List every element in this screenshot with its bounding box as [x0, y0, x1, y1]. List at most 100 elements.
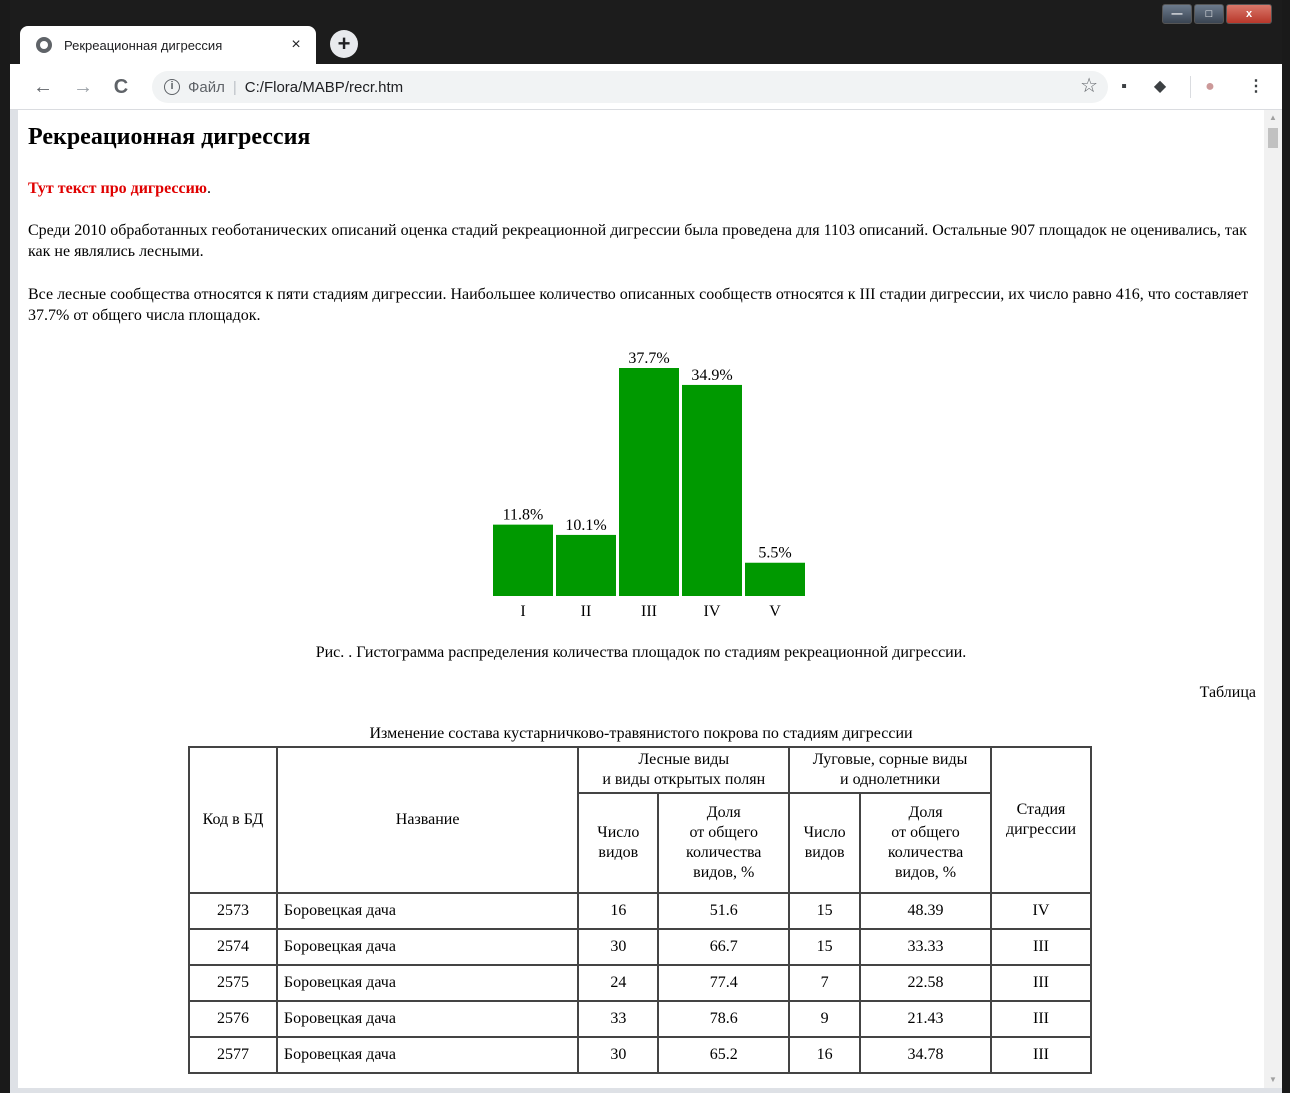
menu-icon[interactable]: ⋮: [1246, 77, 1266, 97]
back-button[interactable]: ←: [30, 74, 56, 100]
window-controls: — □ x: [1162, 4, 1272, 24]
cell-stage: III: [989, 928, 1093, 966]
col-header-forest-share: Доля от общего количества видов, %: [657, 792, 791, 894]
bar-II: [556, 534, 616, 596]
col-header-code: Код в БД: [188, 746, 278, 894]
group-header-forest: Лесные виды и виды открытых полян: [577, 746, 791, 794]
url-separator: |: [232, 78, 237, 96]
tab-close-icon[interactable]: ×: [286, 36, 306, 54]
cell-name: Боровецкая дача: [275, 964, 580, 1002]
tab-active[interactable]: Рекреационная дигрессия ×: [20, 26, 316, 64]
x-tick-label: IV: [704, 603, 721, 620]
url-text: C:/Flora/MABP/recr.htm: [244, 78, 404, 96]
cell-meadow-count: 7: [788, 964, 862, 1002]
cell-stage: III: [989, 1000, 1093, 1038]
bar-I: [493, 524, 553, 596]
minimize-button[interactable]: —: [1162, 4, 1192, 24]
col-header-forest-count: Число видов: [577, 792, 660, 894]
cube-extension-icon[interactable]: ◆: [1150, 77, 1170, 97]
col-header-meadow-share: Доля от общего количества видов, %: [859, 792, 992, 894]
cell-meadow-share: 48.39: [859, 892, 992, 930]
cell-meadow-count: 16: [788, 1036, 862, 1074]
cell-meadow-count: 15: [788, 892, 862, 930]
cell-meadow-count: 15: [788, 928, 862, 966]
address-bar[interactable]: i Файл | C:/Flora/MABP/recr.htm ☆: [152, 71, 1108, 103]
table-row: 2575 Боровецкая дача 24 77.4 7 22.58 III: [188, 964, 1093, 1002]
x-tick-label: III: [641, 603, 657, 620]
bookmark-star-icon[interactable]: ☆: [1080, 73, 1098, 98]
page-title: Рекреационная дигрессия: [28, 124, 311, 150]
maximize-button[interactable]: □: [1194, 4, 1224, 24]
page-content: Рекреационная дигрессия Тут текст про ди…: [18, 110, 1264, 1088]
x-tick-label: I: [520, 603, 525, 620]
composition-table: Код в БД Название Лесные виды и виды отк…: [188, 746, 1093, 1074]
cell-meadow-share: 22.58: [859, 964, 992, 1002]
cell-name: Боровецкая дача: [275, 892, 580, 930]
stage-histogram: 11.8% I 10.1% II 37.7% III 34.9% IV 5.5% V: [493, 350, 805, 620]
bar-value-label: 11.8%: [503, 507, 544, 524]
col-header-stage: Стадия дигрессии: [989, 746, 1093, 894]
toolbar: ← → C i Файл | C:/Flora/MABP/recr.htm ☆ …: [10, 64, 1282, 110]
cell-name: Боровецкая дача: [275, 928, 580, 966]
bar-IV: [682, 384, 742, 596]
cell-code: 2576: [188, 1000, 278, 1038]
cell-forest-share: 65.2: [657, 1036, 791, 1074]
x-tick-label: V: [769, 603, 781, 620]
cell-forest-count: 16: [577, 892, 660, 930]
cell-forest-share: 77.4: [657, 964, 791, 1002]
forward-button[interactable]: →: [70, 74, 96, 100]
cell-name: Боровецкая дача: [275, 1036, 580, 1074]
cell-forest-share: 78.6: [657, 1000, 791, 1038]
cell-code: 2577: [188, 1036, 278, 1074]
globe-icon: [36, 37, 52, 53]
table-row: 2573 Боровецкая дача 16 51.6 15 48.39 IV: [188, 892, 1093, 930]
cell-forest-share: 51.6: [657, 892, 791, 930]
tab-title: Рекреационная дигрессия: [64, 37, 223, 53]
group-header-meadow: Луговые, сорные виды и однолетники: [788, 746, 992, 794]
info-icon[interactable]: i: [164, 79, 180, 95]
tab-strip: Рекреационная дигрессия × + — □ x: [10, 0, 1282, 64]
scroll-up-arrow-icon[interactable]: ▲: [1264, 110, 1282, 126]
cell-code: 2574: [188, 928, 278, 966]
intro-line: Тут текст про дигрессию.: [28, 178, 1253, 199]
table-row: 2574 Боровецкая дача 30 66.7 15 33.33 II…: [188, 928, 1093, 966]
scroll-down-arrow-icon[interactable]: ▼: [1264, 1072, 1282, 1088]
new-tab-button[interactable]: +: [330, 30, 358, 58]
cell-forest-count: 30: [577, 928, 660, 966]
cell-meadow-share: 21.43: [859, 1000, 992, 1038]
x-tick-label: II: [581, 603, 592, 620]
cell-forest-count: 33: [577, 1000, 660, 1038]
extension-icon[interactable]: ▪: [1114, 77, 1134, 97]
bar-value-label: 10.1%: [565, 517, 606, 534]
cell-name: Боровецкая дача: [275, 1000, 580, 1038]
scroll-thumb[interactable]: [1268, 128, 1278, 148]
reload-button[interactable]: C: [108, 74, 134, 100]
cell-stage: III: [989, 1036, 1093, 1074]
bar-V: [745, 562, 805, 596]
red-highlight-text: Тут текст про дигрессию: [28, 180, 208, 197]
browser-window: Рекреационная дигрессия × + — □ x ← → C …: [10, 0, 1282, 1093]
bar-value-label: 34.9%: [691, 367, 732, 384]
close-window-button[interactable]: x: [1226, 4, 1272, 24]
cell-meadow-count: 9: [788, 1000, 862, 1038]
bar-value-label: 37.7%: [628, 350, 669, 367]
vertical-scrollbar[interactable]: ▲ ▼: [1264, 110, 1282, 1088]
figure-caption: Рис. . Гистограмма распределения количес…: [315, 644, 967, 661]
url-scheme: Файл: [188, 78, 225, 96]
col-header-meadow-count: Число видов: [788, 792, 862, 894]
cell-stage: III: [989, 964, 1093, 1002]
red-text-suffix: .: [207, 180, 212, 197]
table-title: Изменение состава кустарничково-травянис…: [369, 725, 913, 742]
cell-meadow-share: 34.78: [859, 1036, 992, 1074]
paragraph-1: Среди 2010 обработанных геоботанических …: [28, 222, 1247, 260]
cell-forest-count: 30: [577, 1036, 660, 1074]
toolbar-separator: [1190, 76, 1191, 98]
profile-avatar-icon[interactable]: ●: [1200, 77, 1220, 97]
bar-value-label: 5.5%: [758, 545, 791, 562]
table-label: Таблица: [1199, 684, 1256, 701]
bar-III: [619, 368, 679, 596]
cell-forest-count: 24: [577, 964, 660, 1002]
table-row: 2577 Боровецкая дача 30 65.2 16 34.78 II…: [188, 1036, 1093, 1074]
table-row: 2576 Боровецкая дача 33 78.6 9 21.43 III: [188, 1000, 1093, 1038]
paragraph-2: Все лесные сообщества относятся к пяти с…: [28, 286, 1249, 324]
